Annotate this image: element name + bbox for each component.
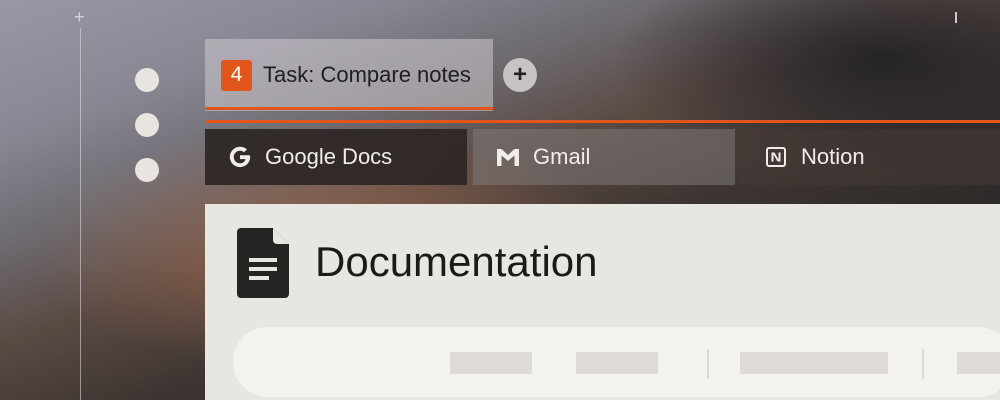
document-title: Documentation <box>315 238 598 285</box>
task-number-badge: 4 <box>221 59 252 91</box>
toolbar-button-3[interactable] <box>740 352 888 374</box>
decorative-plus-mark: + <box>74 7 85 27</box>
tab-bar-accent-line <box>205 120 1000 123</box>
tab-notion-label: Notion <box>801 144 865 169</box>
tab-notion[interactable]: Notion <box>741 129 1000 185</box>
tab-google-docs-label: Google Docs <box>265 144 393 169</box>
google-icon <box>227 144 253 170</box>
window-control-dot-1[interactable] <box>135 68 159 92</box>
toolbar-button-1[interactable] <box>450 352 532 374</box>
notion-icon <box>763 144 789 170</box>
gmail-icon <box>495 144 521 170</box>
task-tab[interactable]: 4 Task: Compare notes <box>205 39 493 111</box>
decorative-tick-mark <box>955 12 957 23</box>
toolbar-separator-1 <box>707 349 709 379</box>
decorative-vertical-line <box>80 28 81 400</box>
task-tab-label: Task: Compare notes <box>263 62 471 87</box>
tab-google-docs[interactable]: Google Docs <box>205 129 467 185</box>
task-tab-underline <box>205 107 493 110</box>
document-icon <box>237 228 289 303</box>
document-panel: Documentation <box>205 204 1000 400</box>
tab-gmail[interactable]: Gmail <box>473 129 735 185</box>
window-control-dot-3[interactable] <box>135 158 159 182</box>
window-control-dot-2[interactable] <box>135 113 159 137</box>
toolbar-separator-2 <box>922 349 924 379</box>
toolbar-button-4[interactable] <box>957 352 1000 374</box>
add-tab-button[interactable]: + <box>503 58 537 92</box>
tab-gmail-label: Gmail <box>533 144 591 169</box>
toolbar-button-2[interactable] <box>576 352 658 374</box>
document-toolbar <box>233 327 1000 397</box>
